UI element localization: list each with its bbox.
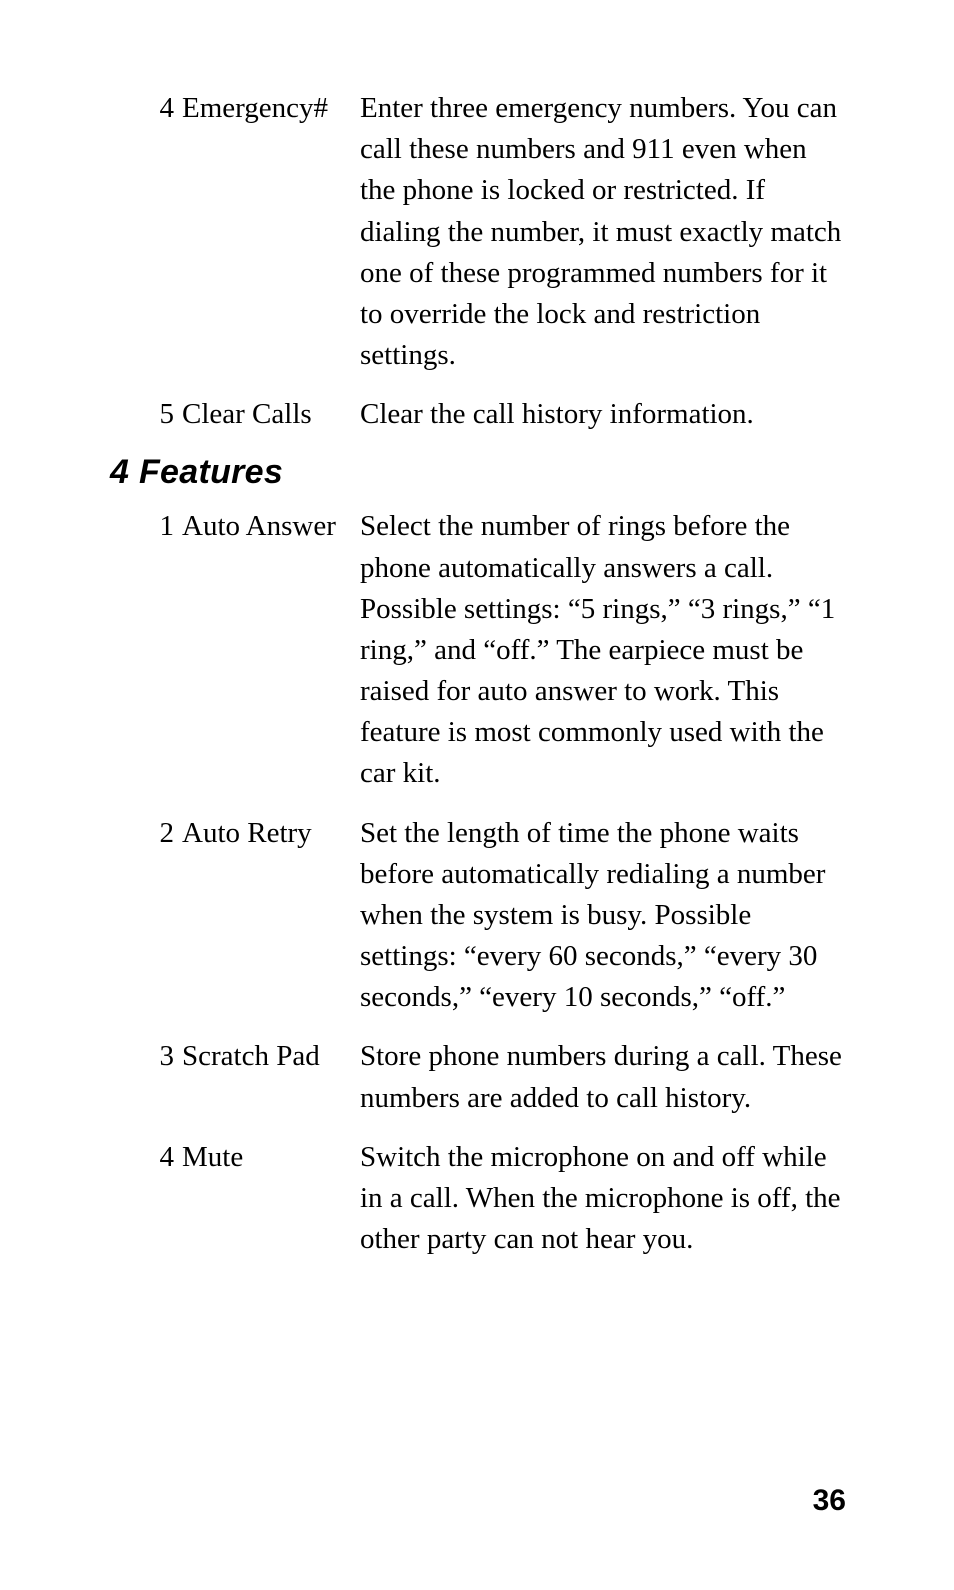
menu-item-row: 4 Emergency# Enter three emergency numbe… [110, 88, 844, 376]
menu-item-row: 4 Mute Switch the microphone on and off … [110, 1137, 844, 1261]
item-label: Scratch Pad [174, 1036, 348, 1077]
item-number: 5 [148, 394, 174, 435]
item-description: Store phone numbers during a call. These… [348, 1036, 844, 1118]
item-label: Auto Retry [174, 813, 348, 854]
item-number: 3 [148, 1036, 174, 1077]
item-label: Auto Answer [174, 506, 348, 547]
menu-item-row: 1 Auto Answer Select the number of rings… [110, 506, 844, 794]
item-label: Clear Calls [174, 394, 348, 435]
item-number: 2 [148, 813, 174, 854]
item-label: Mute [174, 1137, 348, 1178]
item-number: 1 [148, 506, 174, 547]
page-content: 4 Emergency# Enter three emergency numbe… [0, 0, 954, 1260]
section-heading: 4 Features [110, 453, 844, 492]
item-description: Switch the microphone on and off while i… [348, 1137, 844, 1261]
item-description: Enter three emergency numbers. You can c… [348, 88, 844, 376]
menu-item-row: 3 Scratch Pad Store phone numbers during… [110, 1036, 844, 1118]
menu-item-row: 2 Auto Retry Set the length of time the … [110, 813, 844, 1019]
item-number: 4 [148, 88, 174, 129]
menu-item-row: 5 Clear Calls Clear the call history inf… [110, 394, 844, 435]
page-number: 36 [813, 1484, 846, 1518]
item-description: Set the length of time the phone waits b… [348, 813, 844, 1019]
item-description: Clear the call history information. [348, 394, 844, 435]
item-description: Select the number of rings before the ph… [348, 506, 844, 794]
item-number: 4 [148, 1137, 174, 1178]
item-label: Emergency# [174, 88, 348, 129]
